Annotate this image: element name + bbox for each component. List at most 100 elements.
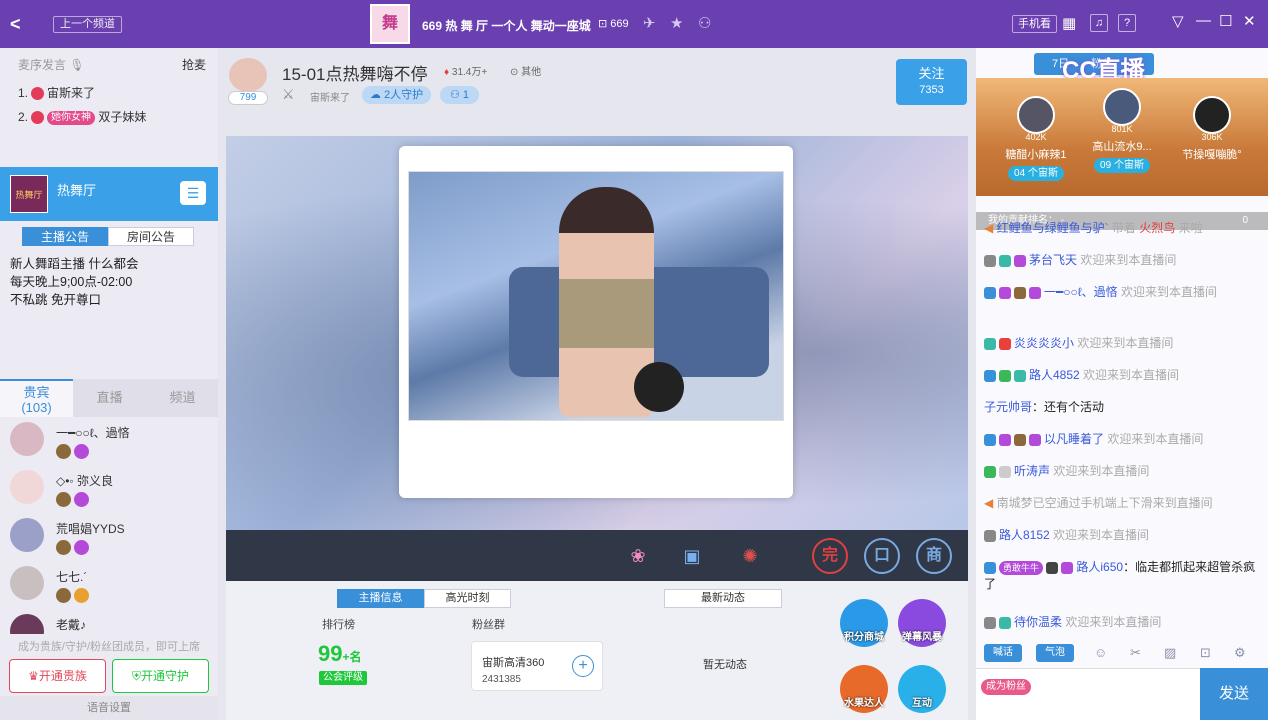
tab-channel[interactable]: 频道	[146, 379, 219, 417]
points-mall-button[interactable]: 积分商城	[840, 599, 888, 647]
chat-message[interactable]: 路人8152 欢迎来到本直播间	[984, 527, 1262, 544]
chat-user[interactable]: 待你温柔	[1014, 615, 1062, 629]
chat-user[interactable]: 红鲤鱼与绿鲤鱼与驴`	[997, 221, 1109, 235]
settings-icon[interactable]: ⚙	[1234, 645, 1246, 661]
tab-news[interactable]: 最新动态	[664, 589, 782, 608]
channel-card[interactable]: 热舞厅 热舞厅 ☰	[0, 167, 218, 221]
rank-row[interactable]: 2. 她你女神 双子妹妹	[18, 108, 146, 125]
list-item[interactable]: ◇•◦ 弥义良	[10, 470, 210, 518]
rank-row[interactable]: 1. 宙斯来了	[18, 84, 95, 101]
people-icon[interactable]: ⚇	[698, 14, 711, 32]
interaction-button[interactable]: 互动	[898, 665, 946, 713]
level-badge-icon	[1046, 561, 1059, 574]
list-item[interactable]: 老戴♪	[10, 614, 210, 634]
footer-hint: 成为贵族/守护/粉丝团成员，即可上席	[17, 641, 201, 653]
tab-anchor-info[interactable]: 主播信息	[337, 589, 424, 608]
tab-highlights[interactable]: 高光时刻	[424, 589, 511, 608]
rank-score[interactable]: 99+名	[318, 641, 362, 667]
chat-message[interactable]: ◀ 红鲤鱼与绿鲤鱼与驴` 带着 火烈鸟 来啦	[984, 220, 1262, 237]
chat-input[interactable]: 成为粉丝	[976, 668, 1200, 720]
grab-mic-button[interactable]: 抢麦	[182, 56, 206, 73]
anchor-avatar[interactable]	[229, 58, 267, 92]
chat-message[interactable]: 听涛声 欢迎来到本直播间	[984, 463, 1262, 480]
become-fan-badge[interactable]: 成为粉丝	[981, 679, 1031, 695]
maximize-icon[interactable]: ☐	[1219, 12, 1232, 30]
list-item[interactable]: 荒唱娼YYDS	[10, 518, 210, 566]
chat-message[interactable]: 待你温柔 欢迎来到本直播间	[984, 614, 1262, 631]
chat-message[interactable]: 勇敢牛牛 路人i650：临走都抓起来超管杀疯了	[984, 559, 1262, 593]
chat-message[interactable]: 茅台飞天 欢迎来到本直播间	[984, 252, 1262, 269]
menu-icon[interactable]: ☰	[180, 181, 206, 205]
balloon-icon[interactable]: ❀	[622, 540, 654, 572]
chat-user[interactable]: 子元帅哥	[984, 400, 1032, 414]
chat-message[interactable]: 炎炎炎炎小 欢迎来到本直播间	[984, 335, 1262, 352]
bell-icon[interactable]: ♫	[1090, 14, 1108, 32]
phone-icon	[984, 254, 996, 267]
help-icon[interactable]: ?	[1118, 14, 1136, 32]
tab-room-notice[interactable]: 房间公告	[108, 227, 194, 246]
guard-count[interactable]: ☁ 2人守护	[362, 86, 432, 104]
podium-first[interactable]: 801K 高山流水9... 09 个宙斯	[1080, 88, 1164, 173]
phone-watch-button[interactable]: 手机看	[1012, 15, 1057, 33]
firework-icon[interactable]: ✺	[734, 540, 766, 572]
fans-count[interactable]: ⚇ 1	[440, 86, 480, 104]
close-icon[interactable]: ✕	[1243, 12, 1256, 30]
tab-vip[interactable]: 贵宾 (103)	[0, 379, 73, 417]
chat-message[interactable]: 路人4852 欢迎来到本直播间	[984, 367, 1262, 384]
open-guard-button[interactable]: ⛨开通守护	[112, 659, 209, 693]
minimize-icon[interactable]: —	[1196, 12, 1211, 29]
game-icon[interactable]: 完	[812, 538, 848, 574]
bubble-button[interactable]: 气泡	[1036, 644, 1074, 662]
user-badges	[56, 588, 92, 606]
tab-anchor-notice[interactable]: 主播公告	[22, 227, 108, 246]
video-player[interactable]	[226, 136, 968, 530]
send-button[interactable]: 发送	[1200, 668, 1268, 720]
other-button[interactable]: ⊙ 其他	[510, 63, 541, 78]
tab-live[interactable]: 直播	[73, 379, 146, 417]
chat-user[interactable]: 路人8152	[999, 528, 1050, 542]
fan-group-card[interactable]: 宙斯高清360 2431385 +	[471, 641, 603, 691]
danmaku-storm-button[interactable]: 弹幕风暴	[898, 599, 946, 647]
room-header: 799 15-01点热舞嗨不停 ♦ 31.4万+ ⊙ 其他 ⚔ 宙斯来了 ☁ 2…	[222, 48, 974, 114]
list-item[interactable]: 七七.´	[10, 566, 210, 614]
shout-button[interactable]: 喊话	[984, 644, 1022, 662]
chat-user[interactable]: 以凡睡着了	[1044, 432, 1104, 446]
grid-icon[interactable]: ▦	[1062, 14, 1076, 32]
chat-user[interactable]: 路人i650	[1076, 560, 1123, 574]
fruit-master-button[interactable]: 水果达人	[840, 665, 888, 713]
chat-message[interactable]: 一━○○ℓ、過悋 欢迎来到本直播间	[984, 284, 1262, 301]
podium-name: 糖醋小麻辣1	[1005, 149, 1067, 161]
shop-icon[interactable]: 商	[916, 538, 952, 574]
chat-text: 欢迎来到本直播间	[1080, 253, 1177, 267]
follow-button[interactable]: 关注 7353	[896, 59, 967, 105]
list-item[interactable]: 一━○○ℓ、過悋	[10, 422, 210, 470]
chat-user[interactable]: 一━○○ℓ、過悋	[1044, 285, 1118, 299]
gift-box-icon[interactable]: ▣	[676, 540, 708, 572]
podium-second[interactable]: 402K 糖醋小麻辣1 04 个宙斯	[996, 96, 1076, 181]
open-noble-button[interactable]: ♛开通贵族	[9, 659, 106, 693]
chat-user[interactable]: 路人4852	[1029, 368, 1080, 382]
image-icon[interactable]: ▨	[1164, 645, 1176, 661]
voice-settings[interactable]: 语音设置	[0, 696, 218, 720]
scissors-icon[interactable]: ✂	[1130, 645, 1141, 661]
chat-user[interactable]: 茅台飞天	[1029, 253, 1077, 267]
dropdown-icon[interactable]: ▽	[1172, 12, 1184, 30]
star-icon[interactable]: ★	[670, 14, 683, 32]
chat-text: 带着	[1111, 221, 1136, 235]
lock-icon[interactable]: ⊡	[1200, 645, 1211, 661]
emoji-icon[interactable]: ☺	[1094, 645, 1107, 660]
back-button[interactable]: <	[10, 14, 21, 35]
chat-message[interactable]: ◀ 南城梦已空通过手机端上下滑来到直播间	[984, 495, 1262, 512]
cart-icon[interactable]: 口	[864, 538, 900, 574]
chat-message[interactable]: 以凡睡着了 欢迎来到本直播间	[984, 431, 1262, 448]
channel-name: 热舞厅	[57, 183, 97, 198]
chat-message[interactable]: 子元帅哥：还有个活动	[984, 399, 1262, 416]
plane-icon[interactable]: ✈	[643, 14, 656, 32]
podium-third[interactable]: 306K 节操嘎嘣脆°	[1172, 96, 1252, 162]
chat-user[interactable]: 炎炎炎炎小	[1014, 336, 1074, 350]
add-fan-group-button[interactable]: +	[572, 655, 594, 677]
chat-user[interactable]: 听涛声	[1014, 464, 1050, 478]
prev-channel-button[interactable]: 上一个频道	[53, 16, 122, 33]
user-badges	[56, 444, 92, 462]
level-badge-icon	[999, 465, 1011, 478]
